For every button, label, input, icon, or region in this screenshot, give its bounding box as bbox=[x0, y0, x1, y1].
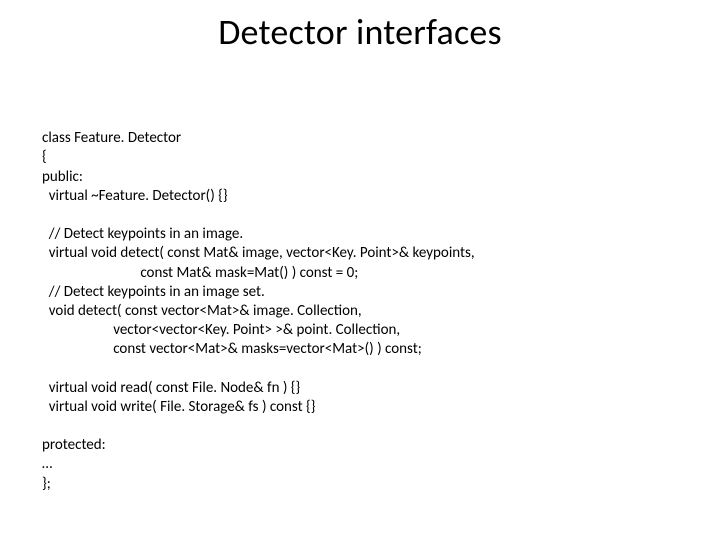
code-line: class Feature. Detector bbox=[42, 129, 181, 147]
code-line: virtual void read( const File. Node& fn … bbox=[42, 379, 300, 397]
slide-title: Detector interfaces bbox=[0, 0, 720, 54]
code-line: virtual ~Feature. Detector() {} bbox=[42, 187, 228, 205]
code-line: virtual void write( File. Storage& fs ) … bbox=[42, 398, 315, 416]
code-line: // Detect keypoints in an image set. bbox=[42, 283, 265, 301]
code-line: void detect( const vector<Mat>& image. C… bbox=[42, 302, 362, 320]
code-line: … bbox=[42, 455, 52, 473]
code-line: virtual void detect( const Mat& image, v… bbox=[42, 244, 475, 262]
code-line: // Detect keypoints in an image. bbox=[42, 225, 243, 243]
slide: Detector interfaces class Feature. Detec… bbox=[0, 0, 720, 540]
code-block: class Feature. Detector { public: virtua… bbox=[42, 110, 678, 494]
code-line: vector<vector<Key. Point> >& point. Coll… bbox=[42, 321, 400, 339]
code-line: { bbox=[42, 148, 47, 166]
code-line: const Mat& mask=Mat() ) const = 0; bbox=[42, 264, 358, 282]
code-line: protected: bbox=[42, 436, 106, 454]
code-line: }; bbox=[42, 475, 51, 493]
code-line: const vector<Mat>& masks=vector<Mat>() )… bbox=[42, 340, 422, 358]
code-line: public: bbox=[42, 168, 83, 186]
